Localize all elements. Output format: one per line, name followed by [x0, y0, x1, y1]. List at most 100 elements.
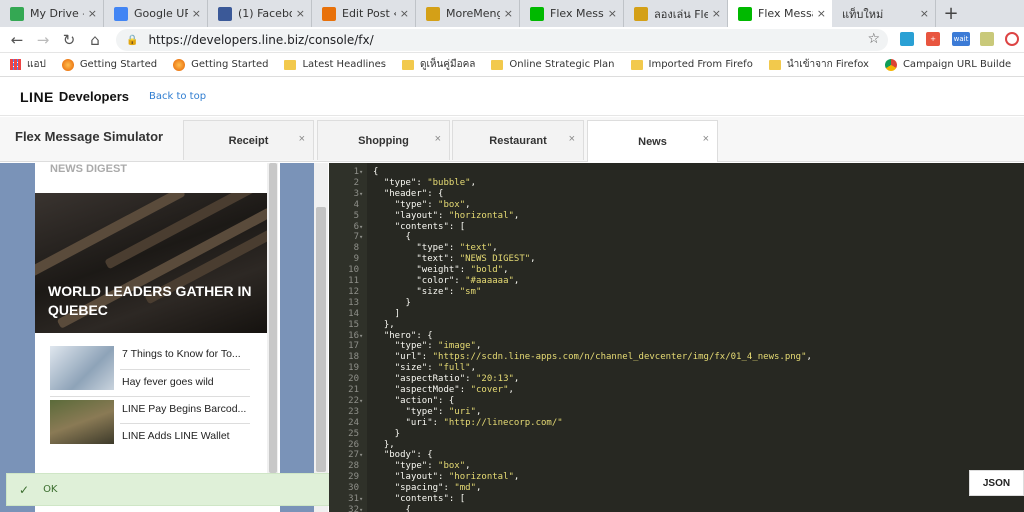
back-icon[interactable]: ← [4, 31, 30, 49]
fold-icon[interactable]: ▾ [359, 232, 367, 243]
bookmark-item[interactable]: Getting Started [173, 58, 269, 71]
browser-tab-label: Edit Post ‹ C [342, 7, 396, 20]
tab-receipt[interactable]: Receipt × [183, 120, 314, 160]
close-icon[interactable]: × [504, 7, 513, 20]
fold-icon[interactable]: ▾ [359, 189, 367, 200]
code-line: 14 ] [329, 309, 1024, 320]
code-text: }, [373, 319, 395, 330]
browser-tab[interactable]: (1) Facebook × [208, 0, 312, 27]
home-icon[interactable]: ⌂ [82, 31, 108, 49]
code-line: 6▾ "contents": [ [329, 222, 1024, 233]
close-icon[interactable]: × [400, 7, 409, 20]
json-editor[interactable]: 1▾{2 "type": "bubble", 3▾ "header": {4 "t… [329, 163, 1024, 512]
reload-icon[interactable]: ↻ [56, 31, 82, 49]
news-thumbnail-2 [50, 400, 114, 444]
code-text: "hero": { [383, 330, 433, 341]
code-line: 27▾ "body": { [329, 450, 1024, 461]
close-icon[interactable]: × [920, 7, 929, 20]
fold-icon[interactable]: ▾ [359, 222, 367, 233]
browser-tab[interactable]: Flex Messag × [728, 0, 832, 27]
tab-shopping[interactable]: Shopping × [317, 120, 450, 160]
tab-label: Receipt [228, 134, 269, 147]
browser-tab[interactable]: แท็บใหม่ × [832, 0, 936, 27]
fold-icon[interactable]: ▾ [359, 450, 367, 461]
extension-icon-2[interactable]: + [926, 32, 940, 46]
wait-extension-icon[interactable]: wait [952, 32, 970, 46]
code-text: "layout": "horizontal", [394, 210, 520, 221]
developers-logo-text[interactable]: Developers [59, 89, 129, 104]
line-logo[interactable]: LINE [20, 89, 54, 105]
simulator-bar: Flex Message Simulator Receipt × Shoppin… [0, 117, 1024, 162]
code-text: "url": "https://scdn.line-apps.com/n/cha… [394, 352, 812, 363]
code-line: 21 "aspectMode": "cover", [329, 385, 1024, 396]
close-icon[interactable]: × [817, 7, 826, 20]
close-icon[interactable]: × [435, 133, 441, 145]
facebook-icon [218, 6, 232, 21]
code-line: 11 "color": "#aaaaaa", [329, 276, 1024, 287]
close-icon[interactable]: × [299, 133, 305, 145]
close-icon[interactable]: × [296, 7, 305, 20]
fold-icon[interactable]: ▾ [359, 167, 367, 178]
url-bar[interactable]: 🔒 https://developers.line.biz/console/fx… [116, 29, 888, 51]
code-text: "type": "box", [394, 461, 471, 472]
code-text: "aspectRatio": "20:13", [394, 374, 520, 385]
browser-tab[interactable]: ลองเล่น Flex × [624, 0, 728, 27]
bookmark-label: Imported From Firefo [648, 59, 753, 70]
back-to-top-link[interactable]: Back to top [149, 91, 206, 102]
bookmark-item[interactable]: Getting Started [61, 58, 157, 71]
bookmark-item[interactable]: Campaign URL Builde [884, 58, 1011, 71]
bookmark-item[interactable]: Latest Headlines [284, 59, 386, 70]
close-icon[interactable]: × [703, 133, 709, 145]
bookmark-item[interactable]: แอป [10, 57, 46, 72]
new-tab-button[interactable]: + [936, 0, 966, 27]
line-number: 18 [348, 352, 359, 363]
extension-icon-4[interactable] [980, 32, 994, 46]
news-item-4[interactable]: LINE Adds LINE Wallet [122, 430, 250, 442]
browser-tab[interactable]: MoreMeng × [416, 0, 520, 27]
code-line: 20 "aspectRatio": "20:13", [329, 374, 1024, 385]
browser-tab[interactable]: Flex Messag × [520, 0, 624, 27]
preview-scrollbar-thumb[interactable] [269, 163, 277, 473]
browser-tab[interactable]: Edit Post ‹ C × [312, 0, 416, 27]
drive-icon [10, 6, 24, 21]
news-item-3[interactable]: LINE Pay Begins Barcod... [122, 403, 250, 415]
browser-tab-label: (1) Facebook [238, 7, 292, 20]
close-icon[interactable]: × [712, 7, 721, 20]
fold-icon[interactable]: ▾ [359, 494, 367, 505]
json-button[interactable]: JSON [969, 470, 1024, 496]
fold-icon[interactable]: ▾ [359, 505, 367, 512]
browser-tab[interactable]: My Drive - G × [0, 0, 104, 27]
extension-icon-1[interactable] [900, 32, 914, 46]
news-item-2[interactable]: Hay fever goes wild [122, 376, 250, 388]
browser-tab[interactable]: Google URL × [104, 0, 208, 27]
address-bar-row: ← → ↻ ⌂ 🔒 https://developers.line.biz/co… [0, 27, 1024, 53]
close-icon[interactable]: × [88, 7, 97, 20]
line-number: 9 [353, 254, 359, 265]
code-line: 7▾ { [329, 232, 1024, 243]
pane-scrollbar-thumb[interactable] [316, 207, 326, 472]
fold-icon[interactable]: ▾ [359, 396, 367, 407]
bookmark-label: Getting Started [191, 59, 269, 70]
news-separator [120, 369, 250, 370]
fold-icon[interactable]: ▾ [359, 331, 367, 342]
forward-icon[interactable]: → [30, 31, 56, 49]
line-number: 5 [353, 210, 359, 221]
close-icon[interactable]: × [192, 7, 201, 20]
bookmark-item[interactable]: นำเข้าจาก Firefox [768, 57, 869, 72]
line-number: 14 [348, 308, 359, 319]
bookmark-item[interactable]: Imported From Firefo [630, 59, 753, 70]
code-line: 32▾ { [329, 505, 1024, 512]
close-icon[interactable]: × [569, 133, 575, 145]
line-number: 29 [348, 472, 359, 483]
extension-icon-5[interactable] [1005, 32, 1019, 46]
bookmark-item[interactable]: ดูเห็นคู่มือคล [401, 57, 475, 72]
tab-news[interactable]: News × [587, 120, 718, 162]
line-number: 10 [348, 265, 359, 276]
bookmark-item[interactable]: Online Strategic Plan [491, 59, 615, 70]
close-icon[interactable]: × [608, 7, 617, 20]
news-item-1[interactable]: 7 Things to Know for To... [122, 348, 250, 360]
bookmark-star-icon[interactable]: ☆ [867, 31, 880, 47]
code-text: "uri": "http://linecorp.com/" [405, 417, 563, 428]
tab-restaurant[interactable]: Restaurant × [452, 120, 584, 160]
google-icon [114, 6, 128, 21]
